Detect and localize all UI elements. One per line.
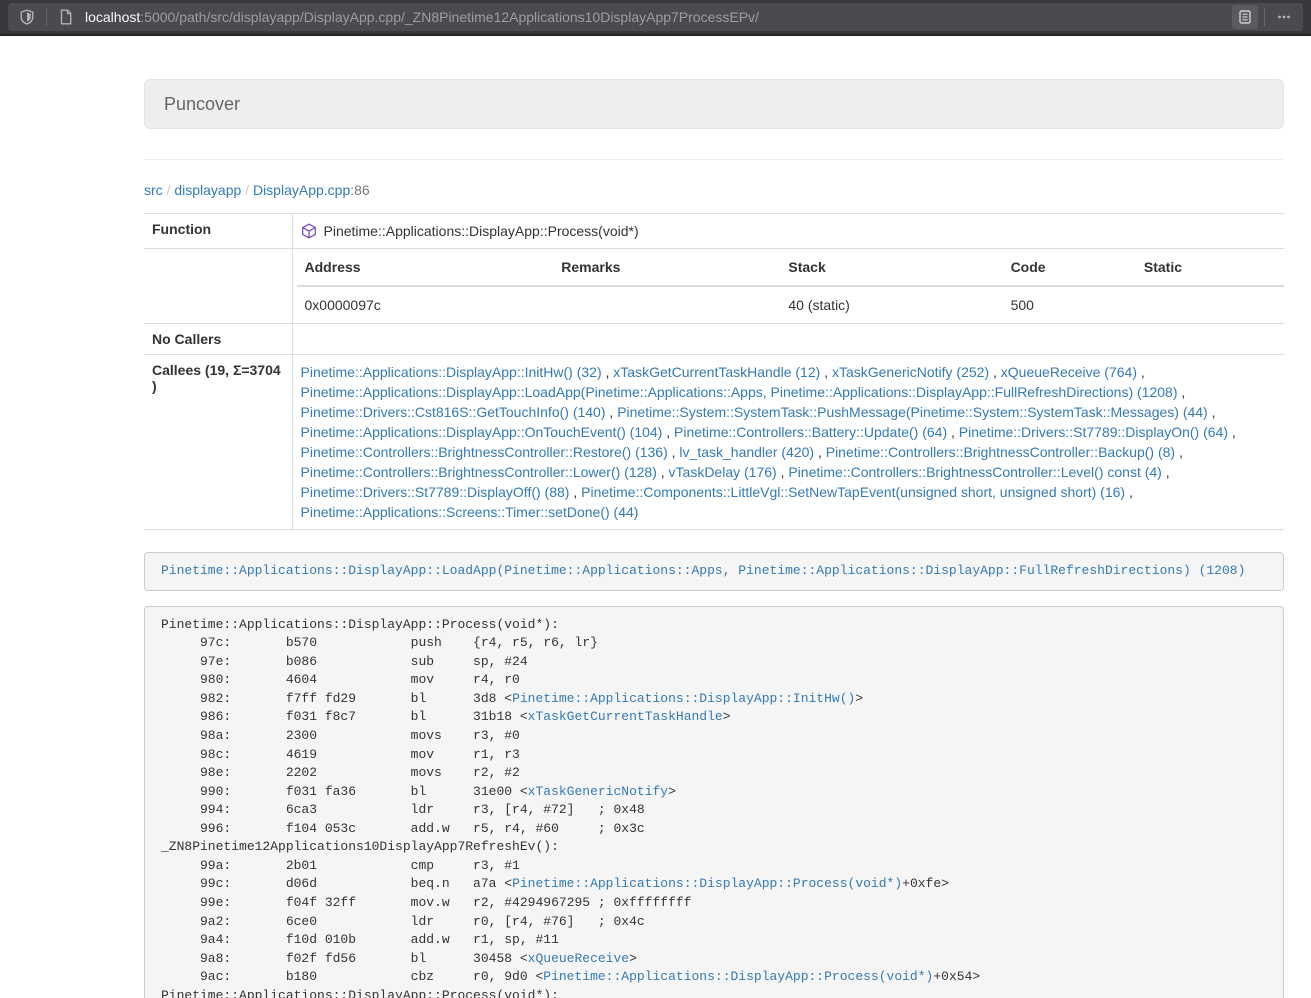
callee-link[interactable]: Pinetime::Applications::DisplayApp::Load… — [301, 384, 1178, 400]
url-text: localhost:5000/path/src/displayapp/Displ… — [85, 9, 1232, 25]
assembly-code: Pinetime::Applications::DisplayApp::Proc… — [161, 617, 980, 998]
detail-row: Address Remarks Stack Code Static 0x0000… — [144, 249, 1284, 324]
snippet-link[interactable]: Pinetime::Applications::DisplayApp::Load… — [161, 563, 1245, 578]
value-static — [1136, 286, 1284, 323]
breadcrumb-separator: / — [241, 182, 253, 198]
callees-label: Callees (19, Σ=3704 ) — [144, 355, 292, 530]
callee-link[interactable]: xQueueReceive (764) — [1001, 364, 1137, 380]
callee-separator: , — [1137, 364, 1145, 380]
callee-separator: , — [606, 404, 618, 420]
column-static: Static — [1136, 249, 1284, 286]
detail-value-row: 0x0000097c 40 (static) 500 — [297, 286, 1285, 323]
callee-separator: , — [1208, 404, 1216, 420]
brand-panel: Puncover — [144, 79, 1284, 129]
callee-link[interactable]: Pinetime::Applications::DisplayApp::Init… — [301, 364, 602, 380]
callee-separator: , — [814, 444, 826, 460]
callee-link[interactable]: Pinetime::Controllers::BrightnessControl… — [301, 444, 668, 460]
callee-separator: , — [1175, 444, 1183, 460]
breadcrumb-link[interactable]: displayapp — [174, 182, 241, 198]
assembly-symbol-link[interactable]: Pinetime::Applications::DisplayApp::Proc… — [512, 876, 902, 891]
url-path: :5000/path/src/displayapp/DisplayApp.cpp… — [140, 9, 759, 25]
callee-separator: , — [657, 464, 669, 480]
identity-separator — [46, 8, 47, 26]
function-row-label: Function — [144, 214, 292, 249]
breadcrumb-link[interactable]: src — [144, 182, 163, 198]
reader-mode-icon[interactable] — [1232, 5, 1258, 29]
callee-link[interactable]: Pinetime::Controllers::BrightnessControl… — [301, 464, 657, 480]
callee-separator: , — [668, 444, 680, 460]
callees-list: Pinetime::Applications::DisplayApp::Init… — [292, 355, 1284, 530]
breadcrumb-separator: / — [163, 182, 175, 198]
assembly-symbol-link[interactable]: Pinetime::Applications::DisplayApp::Init… — [512, 691, 855, 706]
function-table: Function Pinetime::Applications::Display… — [144, 213, 1284, 530]
callee-separator: , — [989, 364, 1001, 380]
assembly-symbol-link[interactable]: xTaskGenericNotify — [528, 784, 668, 799]
callee-link[interactable]: Pinetime::Applications::DisplayApp::OnTo… — [301, 424, 663, 440]
callee-separator: , — [1125, 484, 1133, 500]
callee-link[interactable]: Pinetime::Components::LittleVgl::SetNewT… — [581, 484, 1125, 500]
callee-link[interactable]: Pinetime::Drivers::St7789::DisplayOn() (… — [959, 424, 1228, 440]
callees-row: Callees (19, Σ=3704 ) Pinetime::Applicat… — [144, 355, 1284, 530]
value-stack: 40 (static) — [780, 286, 1002, 323]
cube-icon — [301, 223, 317, 239]
function-name: Pinetime::Applications::DisplayApp::Proc… — [324, 221, 639, 241]
no-callers-label: No Callers — [144, 324, 292, 355]
callee-link[interactable]: xTaskGenericNotify (252) — [832, 364, 989, 380]
callee-separator: , — [602, 364, 614, 380]
function-cell: Pinetime::Applications::DisplayApp::Proc… — [301, 221, 1277, 241]
callee-separator: , — [1162, 464, 1170, 480]
detail-table: Address Remarks Stack Code Static 0x0000… — [297, 249, 1285, 323]
callee-link[interactable]: Pinetime::Drivers::Cst816S::GetTouchInfo… — [301, 404, 606, 420]
assembly-symbol-link[interactable]: xQueueReceive — [528, 951, 629, 966]
menu-dots-icon[interactable] — [1271, 5, 1297, 29]
assembly-symbol-link[interactable]: xTaskGetCurrentTaskHandle — [528, 709, 723, 724]
divider — [144, 159, 1284, 160]
value-code: 500 — [1003, 286, 1136, 323]
callee-separator: , — [569, 484, 581, 500]
callee-separator: , — [1177, 384, 1185, 400]
assembly-symbol-link[interactable]: Pinetime::Applications::DisplayApp::Proc… — [543, 969, 933, 984]
value-address: 0x0000097c — [297, 286, 554, 323]
callee-link[interactable]: Pinetime::Applications::Screens::Timer::… — [301, 504, 639, 520]
callee-link[interactable]: Pinetime::Controllers::BrightnessControl… — [826, 444, 1175, 460]
browser-chrome: localhost:5000/path/src/displayapp/Displ… — [0, 0, 1311, 36]
identity-box — [14, 5, 79, 29]
column-remarks: Remarks — [553, 249, 780, 286]
column-code: Code — [1003, 249, 1136, 286]
snippet-block: Pinetime::Applications::DisplayApp::Load… — [144, 552, 1284, 591]
function-row: Function Pinetime::Applications::Display… — [144, 214, 1284, 249]
value-remarks — [553, 286, 780, 323]
page-actions-separator — [1264, 8, 1265, 26]
callee-separator: , — [820, 364, 832, 380]
breadcrumb: src / displayapp / DisplayApp.cpp:86 — [144, 180, 1284, 200]
callee-separator: , — [777, 464, 789, 480]
callee-separator: , — [1228, 424, 1236, 440]
callee-link[interactable]: Pinetime::Controllers::Battery::Update()… — [674, 424, 947, 440]
no-callers-row: No Callers — [144, 324, 1284, 355]
brand-link[interactable]: Puncover — [164, 94, 240, 115]
shield-icon[interactable] — [14, 5, 40, 29]
callee-link[interactable]: Pinetime::System::SystemTask::PushMessag… — [617, 404, 1208, 420]
page-container: Puncover src / displayapp / DisplayApp.c… — [144, 79, 1284, 998]
callee-separator: , — [662, 424, 674, 440]
breadcrumb-link[interactable]: DisplayApp.cpp — [253, 182, 350, 198]
url-host: localhost — [85, 9, 140, 25]
column-address: Address — [297, 249, 554, 286]
callee-link[interactable]: Pinetime::Controllers::BrightnessControl… — [788, 464, 1161, 480]
column-stack: Stack — [780, 249, 1002, 286]
callee-separator: , — [947, 424, 959, 440]
callee-link[interactable]: xTaskGetCurrentTaskHandle (12) — [613, 364, 820, 380]
callee-link[interactable]: vTaskDelay (176) — [669, 464, 777, 480]
callee-link[interactable]: Pinetime::Drivers::St7789::DisplayOff() … — [301, 484, 570, 500]
url-bar[interactable]: localhost:5000/path/src/displayapp/Displ… — [8, 3, 1303, 31]
assembly-block: Pinetime::Applications::DisplayApp::Proc… — [144, 606, 1284, 998]
page-icon[interactable] — [53, 5, 79, 29]
detail-header-row: Address Remarks Stack Code Static — [297, 249, 1285, 286]
callee-link[interactable]: lv_task_handler (420) — [679, 444, 814, 460]
breadcrumb-line-number: :86 — [350, 182, 369, 198]
